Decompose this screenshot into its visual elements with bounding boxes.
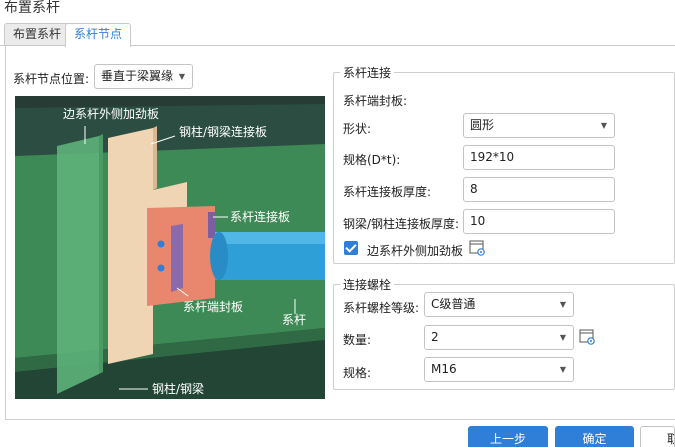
shape-value: 圆形 [470, 118, 495, 132]
label-column-beam: 钢柱/钢梁 [152, 381, 204, 396]
ok-button[interactable]: 确定 [555, 426, 634, 447]
column-plate-thickness-input[interactable]: 10 [463, 209, 615, 234]
chevron-down-icon: ▼ [559, 300, 566, 309]
bolt-count-select[interactable]: 2 ▼ [424, 325, 574, 350]
bolt-grade-label: 系杆螺栓等级: [343, 301, 420, 315]
tie-rod-highlight [215, 232, 325, 244]
label-tie-rod: 系杆 [282, 313, 306, 327]
spec-label: 规格(D*t): [343, 153, 401, 167]
node-position-label: 系杆节点位置: [13, 72, 90, 86]
plate-thickness-input[interactable]: 8 [463, 177, 615, 202]
node-position-select[interactable]: 垂直于梁翼缘 ▼ [94, 64, 193, 89]
cancel-button[interactable]: 取 [640, 426, 675, 447]
bolt-plate [171, 224, 183, 292]
label-tie-plate: 系杆连接板 [230, 209, 290, 224]
bolt-head-2 [157, 264, 165, 272]
chevron-down-icon: ▼ [178, 72, 185, 81]
tie-rod-end [210, 232, 228, 280]
bolts-title: 连接螺栓 [340, 276, 395, 293]
shape-label: 形状: [343, 122, 372, 136]
bolt-spec-value: M16 [431, 362, 457, 376]
label-column-plate: 钢柱/钢梁连接板 [179, 124, 267, 139]
column-plate-edge [153, 126, 157, 190]
window-title: 布置系杆 [4, 0, 60, 16]
tie-connection-plate [208, 212, 216, 238]
stiffener-settings-icon[interactable] [469, 240, 486, 256]
chevron-down-icon: ▼ [559, 333, 566, 342]
side-stiffener-plate [57, 136, 99, 394]
bolt-settings-icon[interactable] [579, 329, 596, 345]
shape-select[interactable]: 圆形 ▼ [463, 113, 615, 138]
prev-button[interactable]: 上一步 [468, 426, 548, 447]
bolt-grade-value: C级普通 [431, 297, 476, 311]
node-position-value: 垂直于梁翼缘 [101, 69, 174, 83]
spec-input[interactable]: 192*10 [463, 145, 615, 170]
bolt-grade-select[interactable]: C级普通 ▼ [424, 292, 574, 317]
end-plate-heading: 系杆端封板: [343, 94, 408, 108]
label-end-plate: 系杆端封板 [183, 300, 243, 314]
chevron-down-icon: ▼ [559, 365, 566, 374]
side-stiffener-edge [99, 134, 103, 374]
column-plate-thickness-label: 钢梁/钢柱连接板厚度: [343, 217, 460, 231]
tie-connection-title: 系杆连接 [340, 64, 395, 81]
chevron-down-icon: ▼ [600, 121, 607, 130]
side-stiffener-checkbox[interactable] [344, 241, 358, 255]
label-side-stiffener: 边系杆外侧加劲板 [63, 107, 159, 121]
bolt-count-value: 2 [431, 330, 439, 344]
bolt-spec-label: 规格: [343, 366, 372, 380]
tab-layout-tie[interactable]: 布置系杆 [4, 23, 71, 46]
side-stiffener-label: 边系杆外侧加劲板 [367, 244, 464, 258]
plate-thickness-label: 系杆连接板厚度: [343, 185, 432, 199]
node-diagram: 边系杆外侧加劲板 钢柱/钢梁连接板 系杆连接板 系杆端封板 系杆 钢柱/钢梁 [15, 96, 325, 399]
bolt-spec-select[interactable]: M16 ▼ [424, 357, 574, 382]
tab-tie-node[interactable]: 系杆节点 [65, 23, 132, 47]
bolt-count-label: 数量: [343, 333, 372, 347]
bolt-head-1 [157, 240, 165, 248]
